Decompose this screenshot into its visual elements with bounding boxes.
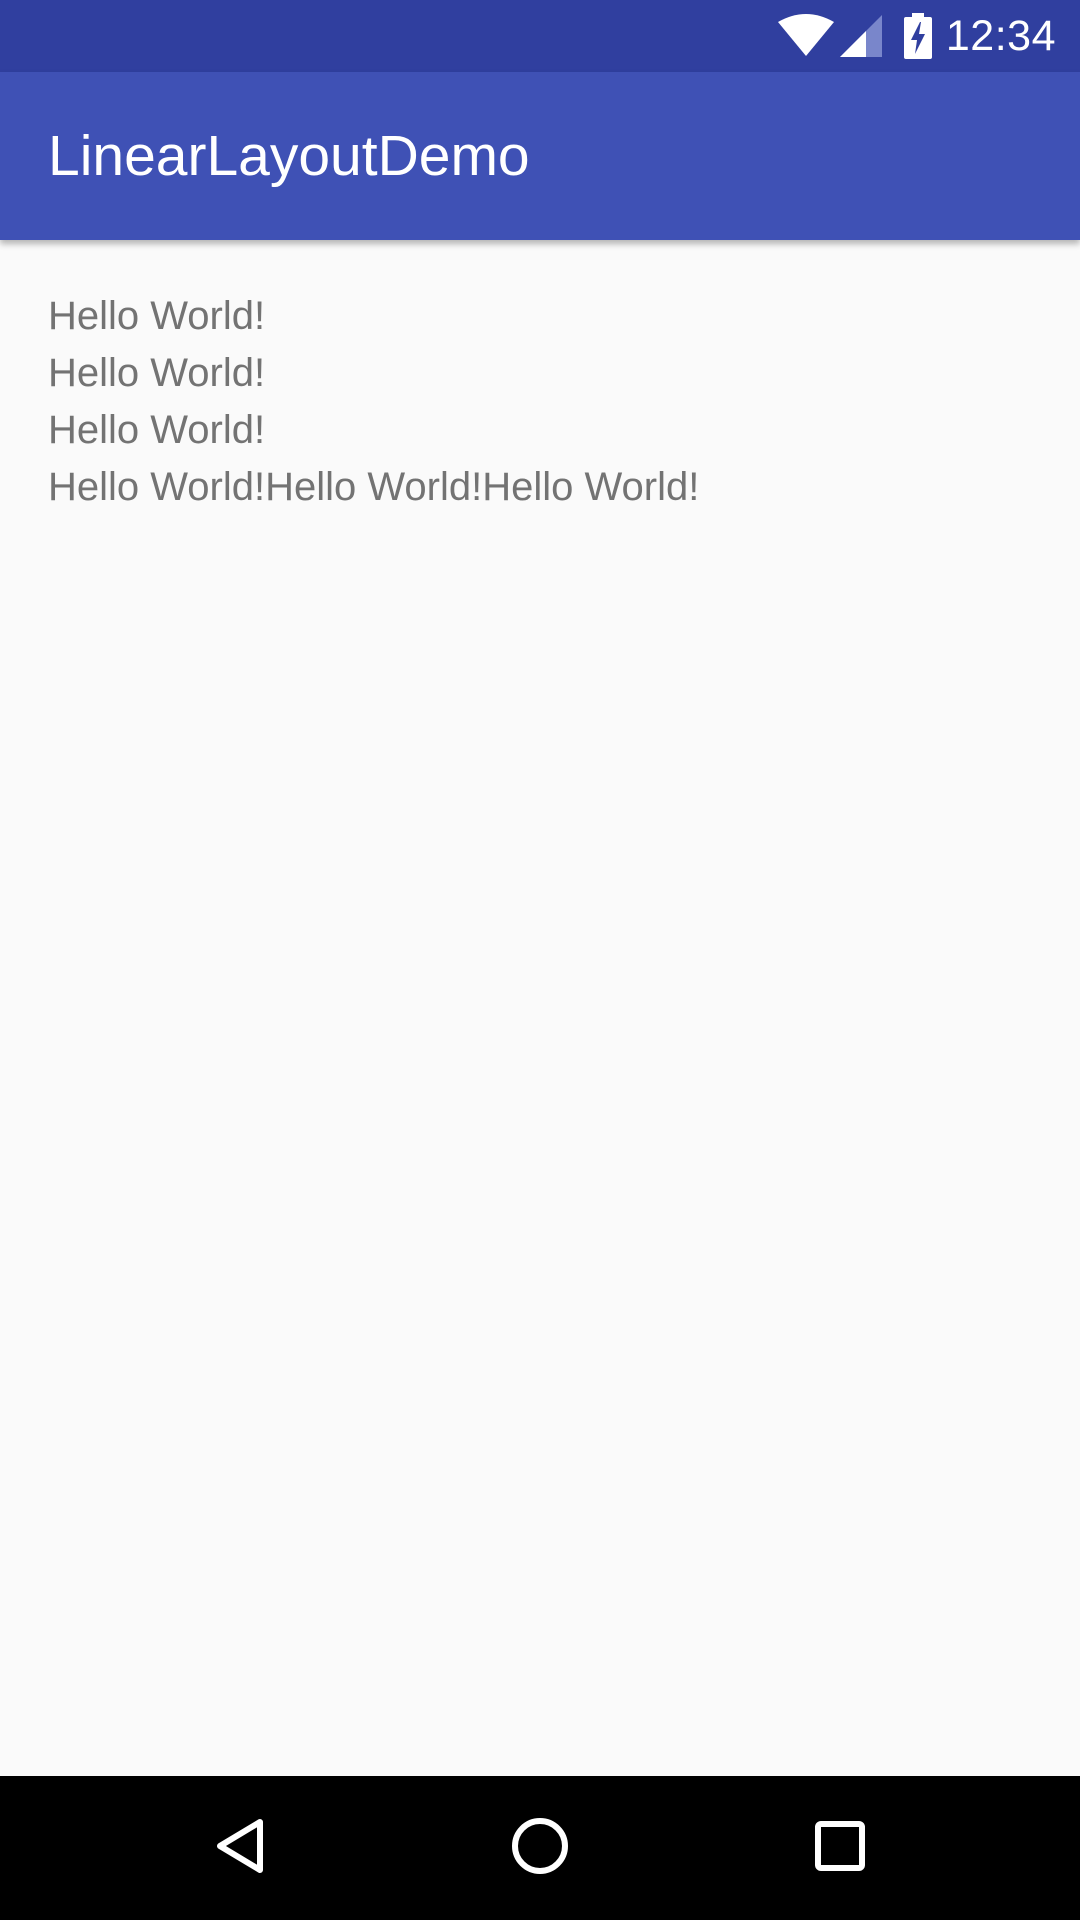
status-bar: 12:34 bbox=[0, 0, 1080, 72]
linear-layout-content: Hello World! Hello World! Hello World! H… bbox=[48, 288, 1032, 516]
hello-text-1: Hello World! bbox=[48, 294, 266, 338]
home-button[interactable] bbox=[480, 1776, 600, 1920]
app-title: LinearLayoutDemo bbox=[48, 124, 530, 188]
hello-text-3: Hello World! bbox=[48, 408, 266, 452]
navigation-bar bbox=[0, 1776, 1080, 1920]
app-bar: LinearLayoutDemo bbox=[0, 72, 1080, 240]
recents-icon bbox=[814, 1820, 866, 1877]
hello-text-inline-2: Hello World! bbox=[265, 465, 483, 509]
screen: 12:34 LinearLayoutDemo Hello World! Hell… bbox=[0, 0, 1080, 1920]
status-icons: 12:34 bbox=[777, 0, 1056, 72]
recents-button[interactable] bbox=[780, 1776, 900, 1920]
hello-text-inline-1: Hello World! bbox=[48, 465, 266, 509]
wifi-icon bbox=[777, 14, 834, 58]
back-button[interactable] bbox=[180, 1776, 300, 1920]
home-icon bbox=[510, 1816, 570, 1881]
signal-icon bbox=[839, 15, 882, 57]
hello-text-2: Hello World! bbox=[48, 351, 266, 395]
battery-charging-icon bbox=[903, 13, 932, 59]
hello-text-inline-3: Hello World! bbox=[482, 465, 700, 509]
horizontal-row: Hello World! Hello World! Hello World! bbox=[48, 459, 1032, 516]
back-icon bbox=[212, 1816, 268, 1881]
status-time: 12:34 bbox=[945, 11, 1056, 60]
